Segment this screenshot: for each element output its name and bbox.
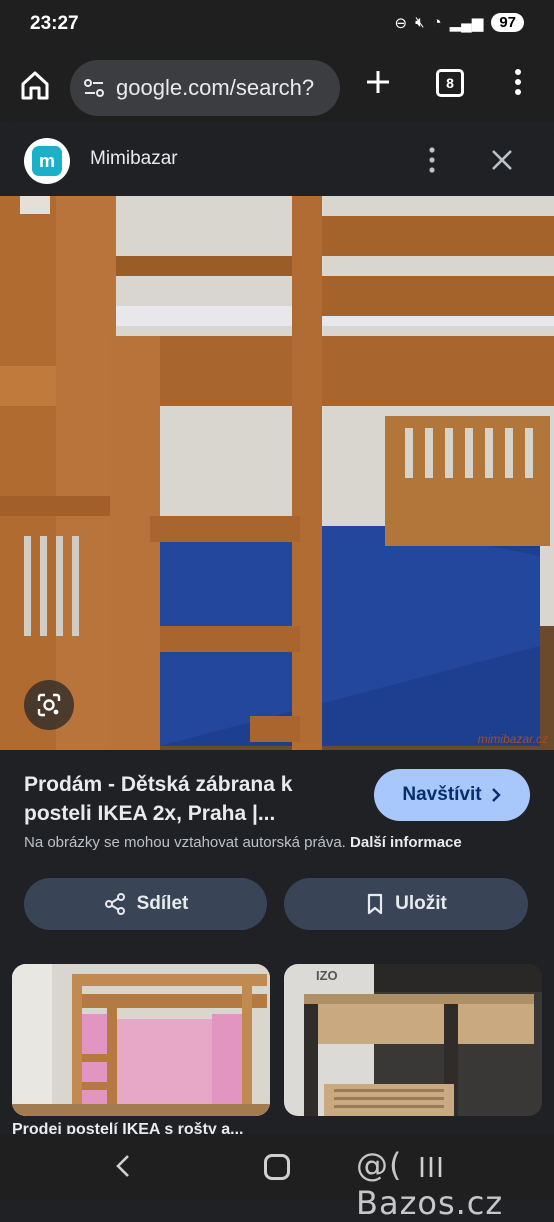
home-nav-button[interactable] <box>264 1154 290 1180</box>
system-navigation-bar: @( Bazos.cz <box>0 1134 554 1222</box>
close-icon <box>492 150 512 170</box>
site-logo[interactable]: m <box>24 138 70 184</box>
dnd-icon: ⊖ <box>394 14 408 32</box>
share-icon <box>104 893 125 915</box>
status-time: 23:27 <box>30 13 79 34</box>
status-icons: ⊖ 🔇︎ ◔ ▂▄▆ 97 <box>395 13 524 32</box>
signal-icon: ▂▄▆ <box>449 14 484 32</box>
bookmark-icon <box>368 893 383 915</box>
related-image-2-watermark: IZO <box>316 968 338 983</box>
home-icon <box>21 71 49 100</box>
url-bar[interactable]: google.com/search? <box>70 60 340 116</box>
kebab-menu-icon <box>429 147 435 173</box>
back-icon <box>116 1155 129 1177</box>
related-image-1-caption[interactable]: Prodej postelí IKEA s rošty a... <box>12 1121 252 1134</box>
share-button[interactable]: Sdílet <box>24 878 267 930</box>
browser-toolbar: google.com/search? 8 <box>0 52 554 122</box>
plus-icon <box>367 71 389 93</box>
related-images: IZO Prodej postelí IKEA s rošty a... <box>0 964 554 1134</box>
url-text[interactable]: google.com/search? <box>116 75 314 101</box>
save-button[interactable]: Uložit <box>284 878 528 930</box>
browser-menu-button[interactable] <box>506 66 530 98</box>
chevron-right-icon <box>491 788 501 802</box>
back-button[interactable] <box>110 1152 138 1180</box>
more-options-button[interactable] <box>420 144 444 176</box>
share-label: Sdílet <box>136 893 189 914</box>
battery-indicator: 97 <box>491 13 524 32</box>
copyright-notice: Na obrázky se mohou vztahovat autorská p… <box>24 834 544 851</box>
wifi-icon: ◔ <box>432 14 442 31</box>
visit-label: Navštívit <box>402 784 482 805</box>
image-watermark: mimibazar.cz <box>477 732 548 746</box>
lens-icon <box>37 693 61 717</box>
more-info-link[interactable]: Další informace <box>350 834 462 851</box>
site-settings-icon[interactable] <box>82 76 106 100</box>
google-lens-button[interactable] <box>24 680 74 730</box>
save-label: Uložit <box>395 893 447 914</box>
related-image-2[interactable]: IZO <box>284 964 542 1116</box>
tab-switcher-button[interactable]: 8 <box>436 69 464 97</box>
copyright-text: Na obrázky se mohou vztahovat autorská p… <box>24 834 346 851</box>
status-bar: 23:27 ⊖ 🔇︎ ◔ ▂▄▆ 97 <box>0 0 554 52</box>
image-preview-sheet: m Mimibazar mimibazar.cz Prodám - Dětská… <box>0 124 554 1134</box>
sheet-header: m Mimibazar <box>0 124 554 196</box>
new-tab-button[interactable] <box>362 66 394 98</box>
loft-bed-illustration <box>12 964 270 1116</box>
mimibazar-logo-icon: m <box>32 146 62 176</box>
home-button[interactable] <box>16 66 54 104</box>
related-image-1[interactable] <box>12 964 270 1116</box>
kebab-menu-icon <box>515 69 521 95</box>
result-title[interactable]: Prodám - Dětská zábrana k posteli IKEA 2… <box>24 770 354 828</box>
visit-button[interactable]: Navštívit <box>374 769 530 821</box>
bunk-bed-photo[interactable]: mimibazar.cz <box>0 196 554 750</box>
close-button[interactable] <box>488 146 516 174</box>
bunk-bed-frame-illustration <box>284 964 542 1116</box>
bunk-bed-illustration <box>0 196 554 750</box>
site-name[interactable]: Mimibazar <box>90 148 178 170</box>
bazos-watermark: @( Bazos.cz <box>356 1146 504 1222</box>
mute-icon: 🔇︎ <box>415 14 425 31</box>
